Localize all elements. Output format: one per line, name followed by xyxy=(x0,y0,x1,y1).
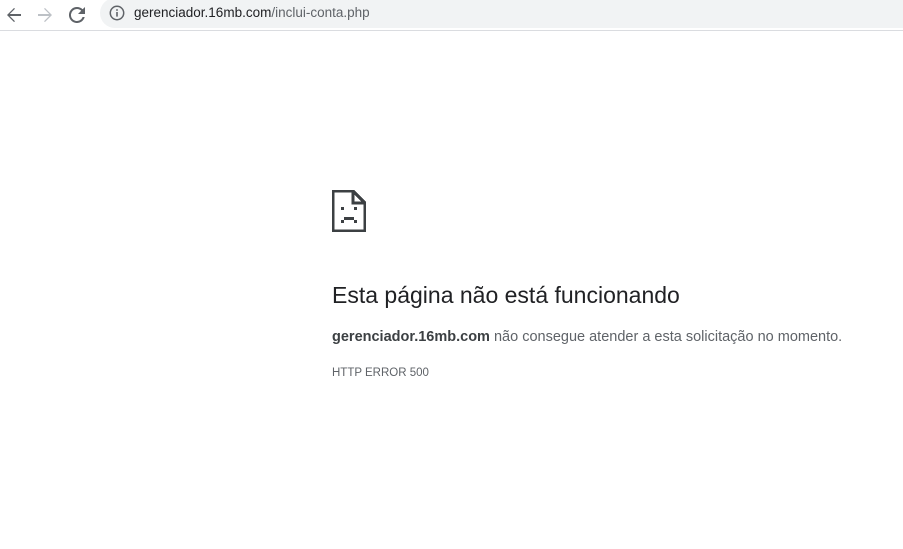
url-text[interactable]: gerenciador.16mb.com/inclui-conta.php xyxy=(134,5,370,21)
sad-page-icon xyxy=(332,190,366,232)
info-icon[interactable] xyxy=(109,5,125,21)
reload-button[interactable] xyxy=(63,1,91,29)
error-description: gerenciador.16mb.com não consegue atende… xyxy=(332,328,842,346)
error-code: HTTP ERROR 500 xyxy=(332,367,429,379)
error-host: gerenciador.16mb.com xyxy=(332,329,490,345)
browser-toolbar: gerenciador.16mb.com/inclui-conta.php xyxy=(0,0,903,31)
url-path: /inclui-conta.php xyxy=(271,5,370,20)
address-bar[interactable]: gerenciador.16mb.com/inclui-conta.php xyxy=(100,0,903,28)
arrow-left-icon xyxy=(7,8,21,22)
back-button[interactable] xyxy=(0,1,28,29)
arrow-right-icon xyxy=(38,8,52,22)
url-host: gerenciador.16mb.com xyxy=(134,5,272,20)
reload-icon xyxy=(69,7,85,23)
error-title: Esta página não está funcionando xyxy=(332,282,680,308)
error-message: não consegue atender a esta solicitação … xyxy=(489,329,843,345)
forward-button[interactable] xyxy=(31,1,59,29)
